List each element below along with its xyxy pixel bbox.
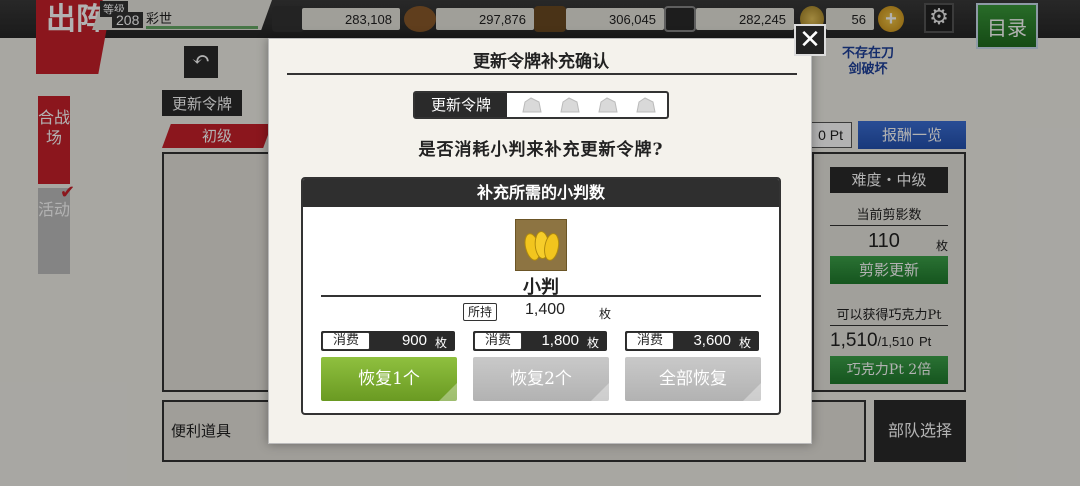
consume-value: 900 [401,332,427,349]
owned-value: 1,400 [525,301,566,318]
token-bar: 更新令牌 [413,91,669,119]
empty-token-icon [519,96,543,114]
consume-unit: 枚 [587,336,600,350]
consume-1: 消费 900 枚 [321,331,455,351]
consume-tag: 消费 [474,332,522,350]
cost-box: 补充所需的小判数 小判 所持 1,400 枚 消费 900 枚 消费 1,800… [301,177,781,415]
empty-token-icon [595,96,619,114]
consume-tag: 消费 [626,332,674,350]
empty-token-icon [557,96,581,114]
token-bar-label: 更新令牌 [415,93,507,117]
title-divider [287,73,797,75]
cost-header: 补充所需的小判数 [303,179,779,207]
consume-2: 消费 1,800 枚 [473,331,607,351]
consume-value: 3,600 [693,332,731,349]
restore-2-button[interactable]: 恢复2个 [473,357,609,401]
restore-1-button[interactable]: 恢复1个 [321,357,457,401]
dialog-title: 更新令牌补充确认 [473,52,609,72]
consume-tag: 消费 [322,332,370,350]
consume-value: 1,800 [541,332,579,349]
owned-tag: 所持 [463,303,497,321]
refill-token-dialog: 更新令牌补充确认 更新令牌 是否消耗小判来补充更新令牌? 补充所需的小判数 小判… [268,38,812,444]
owned-unit: 枚 [599,307,612,321]
item-divider [321,295,761,297]
consume-all: 消费 3,600 枚 [625,331,759,351]
consume-unit: 枚 [739,336,752,350]
koban-icon [515,219,567,271]
close-icon[interactable]: ✕ [794,24,826,56]
confirm-question: 是否消耗小判来补充更新令牌? [418,140,664,160]
restore-all-button[interactable]: 全部恢复 [625,357,761,401]
consume-unit: 枚 [435,336,448,350]
empty-token-icon [633,96,657,114]
